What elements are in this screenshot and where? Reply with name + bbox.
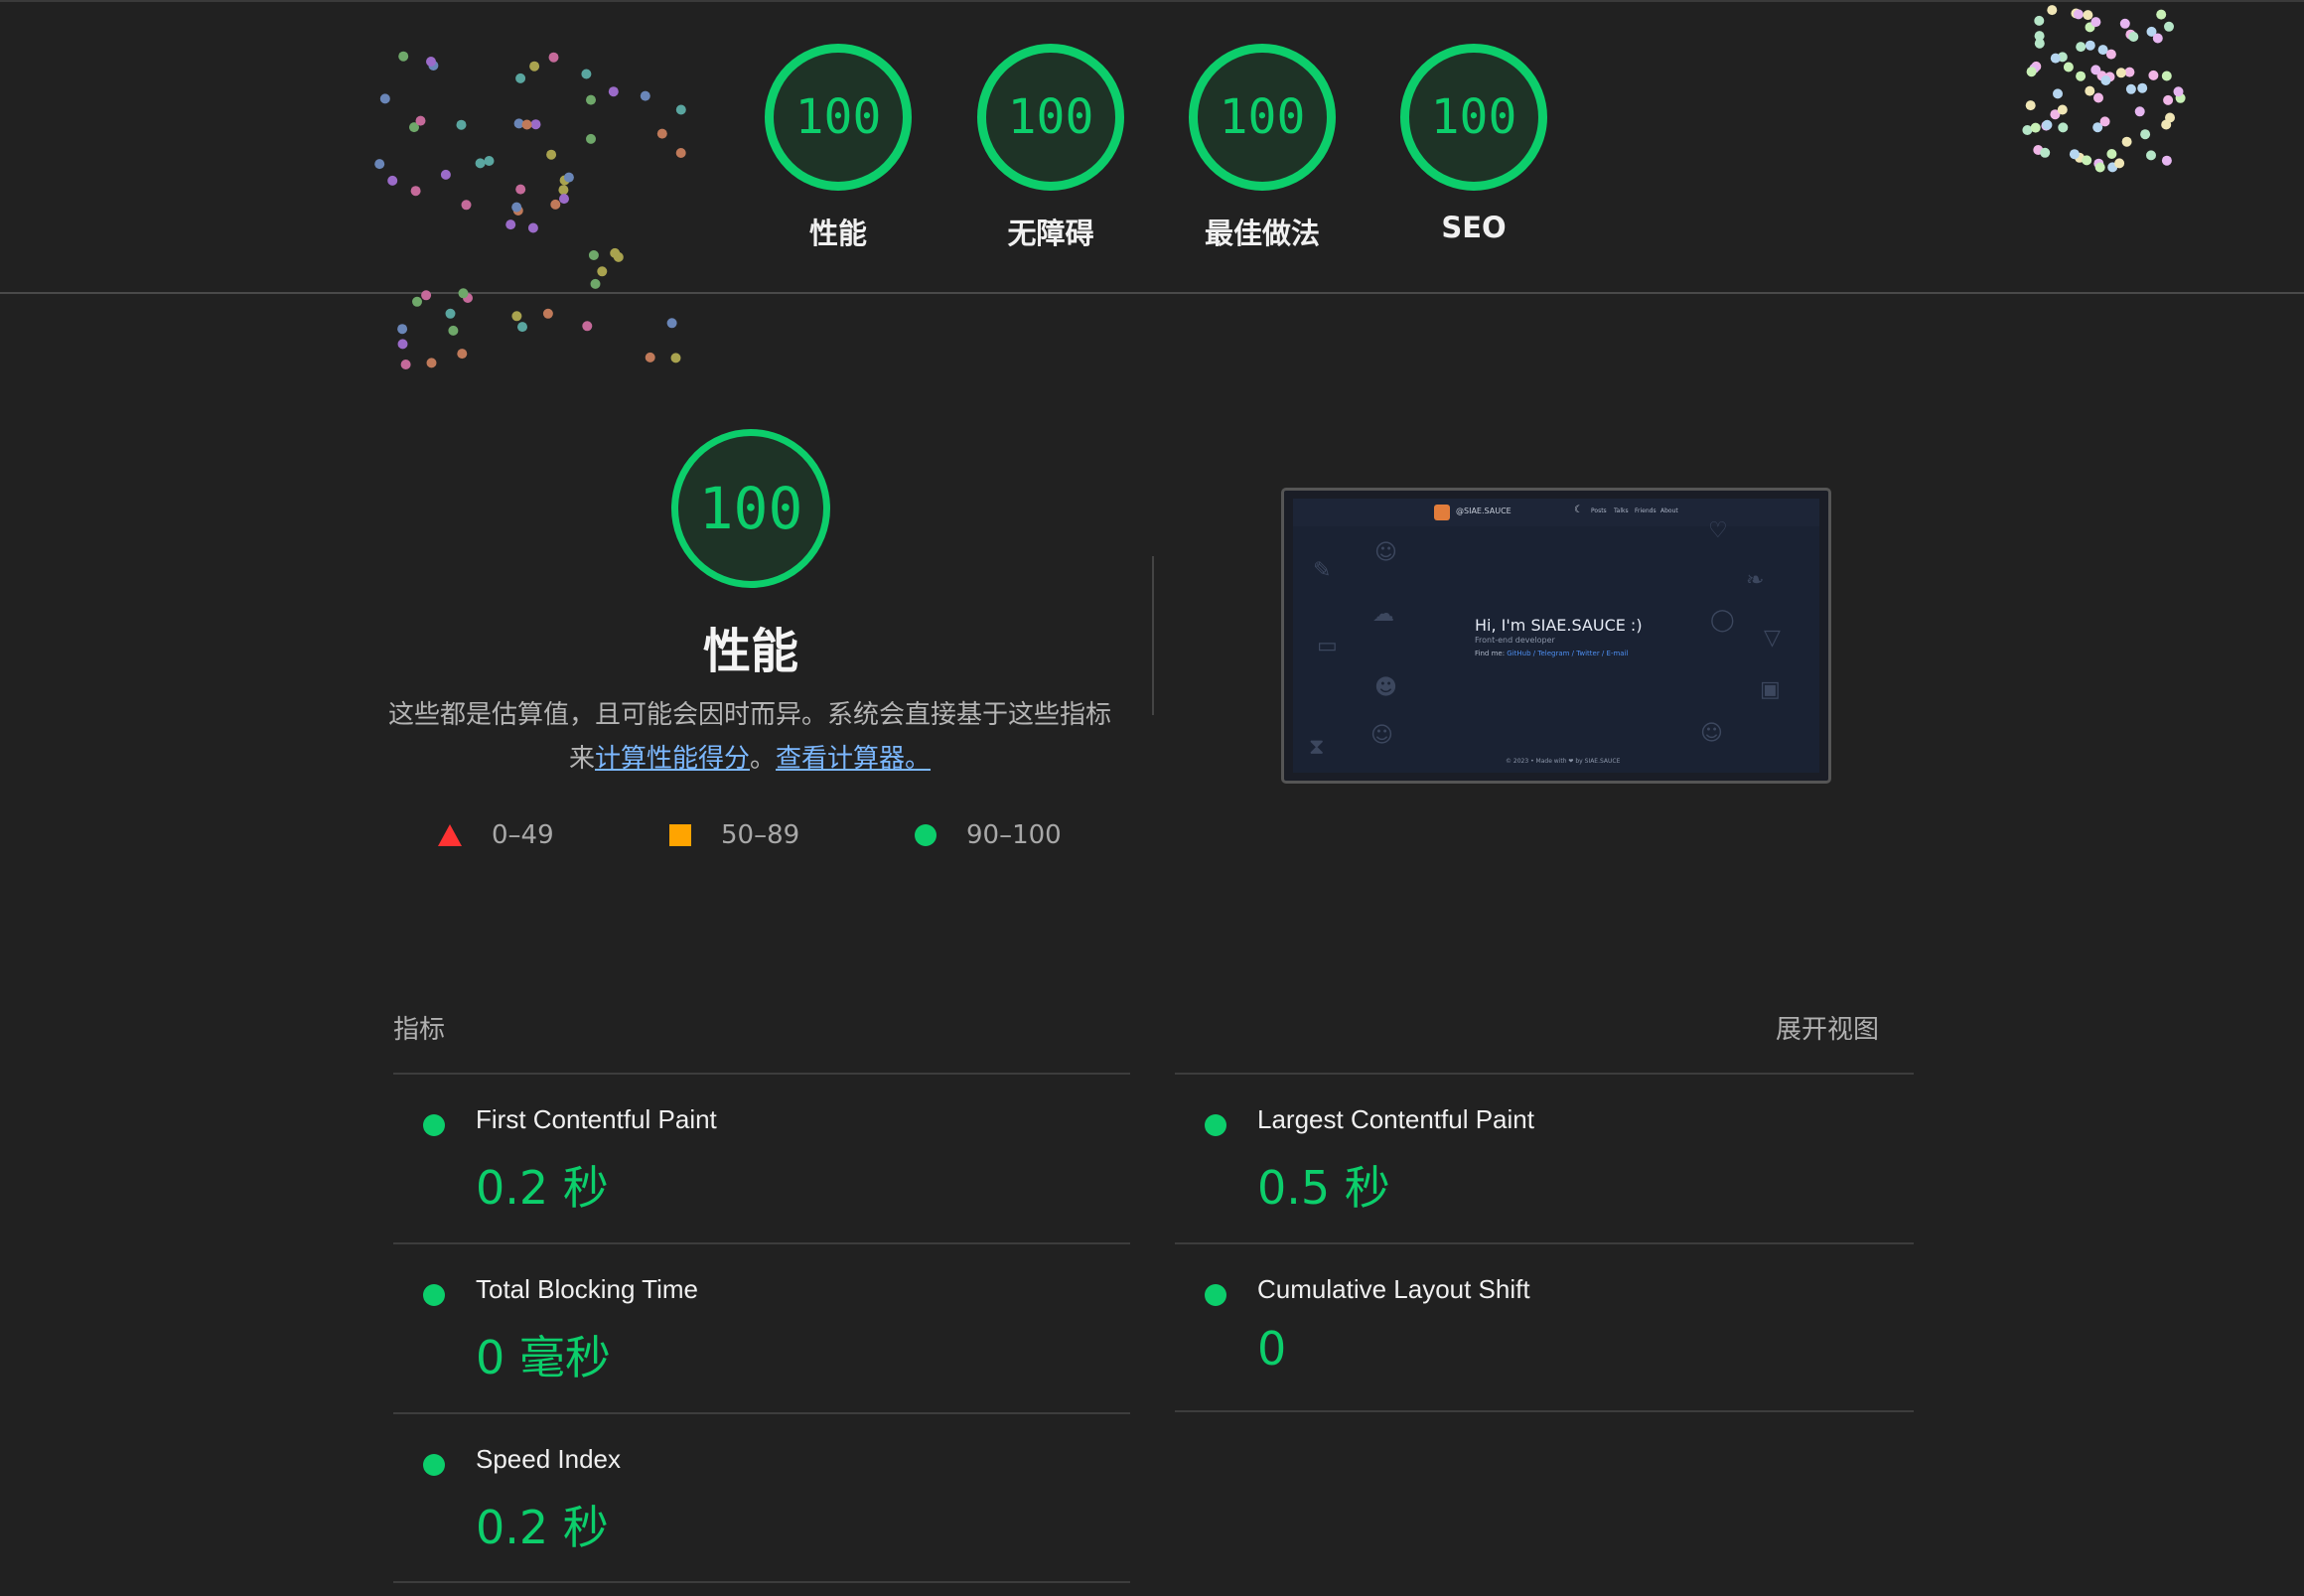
metric-value: 0.2 秒 [476,1501,609,1554]
metric-name: Total Blocking Time [476,1274,698,1304]
gauge-best-practices[interactable]: 100 最佳做法 [1189,44,1336,252]
metric-total-blocking-time: Total Blocking Time 0 毫秒 [393,1244,1130,1413]
confetti-dot [412,296,422,307]
pass-circle-icon [423,1284,445,1306]
confetti-dot [448,325,459,336]
cat2-doodle-icon: ☺ [1700,721,1723,746]
metric-cumulative-layout-shift: Cumulative Layout Shift 0 [1175,1244,1912,1413]
category-header [0,0,2304,294]
confetti-dot [400,360,411,369]
square-icon [669,824,691,846]
screenshot-find-label: Find me: [1475,650,1506,657]
metrics-title: 指标 [393,1015,446,1045]
gauge-seo-score: 100 [1400,44,1547,191]
screenshot-nav-talks: Talks [1614,508,1629,514]
vertical-divider [1152,556,1154,715]
moon-icon: ☾ [1574,505,1583,515]
legend-pass: 90–100 [915,820,1062,850]
photo-doodle-icon: ▣ [1760,677,1781,702]
pencil-doodle-icon: ✎ [1313,558,1332,583]
metric-name: First Contentful Paint [476,1104,717,1134]
desc-text-2: 。 [750,744,777,774]
calc-score-link[interactable]: 计算性能得分 [595,744,750,774]
legend-pass-range: 90–100 [966,820,1062,850]
metric-value: 0 毫秒 [476,1331,611,1384]
metric-largest-contentful-paint: Largest Contentful Paint 0.5 秒 [1175,1075,1912,1243]
confetti-dot [666,318,677,329]
expand-view-toggle[interactable]: 展开视图 [1776,1009,1879,1046]
triangle-doodle-icon: ▽ [1764,626,1781,651]
screenshot-find: Find me: GitHub / Telegram / Twitter / E… [1475,650,1628,657]
confetti-dot [645,352,655,363]
confetti-dot [457,349,468,360]
legend-fail: 0–49 [438,820,554,850]
monitor-doodle-icon: ▭ [1317,634,1338,658]
screenshot-find-links: GitHub / Telegram / Twitter / E-mail [1507,650,1629,657]
gauge-accessibility-score: 100 [977,44,1124,191]
gauge-best-practices-score: 100 [1189,44,1336,191]
leaf-doodle-icon: ❧ [1746,568,1765,593]
performance-score: 100 [671,429,830,588]
smile-doodle-icon: ☺ [1370,723,1393,748]
hourglass-doodle-icon: ⧗ [1309,735,1325,760]
calculator-link[interactable]: 查看计算器。 [776,744,931,774]
triangle-icon [438,824,462,846]
metric-value: 0.2 秒 [476,1161,609,1215]
confetti-dot [511,311,522,322]
pass-circle-icon [1205,1114,1226,1136]
screenshot-subline: Front-end developer [1475,636,1555,645]
gauge-performance-label: 性能 [808,217,867,250]
gauge-performance-score: 100 [765,44,912,191]
chat-doodle-icon: ◯ [1710,608,1735,633]
cloud-doodle-icon: ☁ [1372,602,1394,627]
cat-doodle-icon: ☺ [1374,540,1397,565]
confetti-dot [542,308,553,319]
final-screenshot[interactable]: @SIAE.SAUCE ☾ Posts Talks Friends About … [1281,488,1831,784]
screenshot-navbar [1293,499,1819,526]
pass-circle-icon [1205,1284,1226,1306]
metric-name: Largest Contentful Paint [1257,1104,1534,1134]
confetti-dot [445,308,456,319]
gauge-best-practices-label: 最佳做法 [1204,217,1320,250]
circle-icon [915,824,936,846]
legend-average-range: 50–89 [721,820,800,850]
metric-name: Speed Index [476,1444,622,1474]
screenshot-nav-friends: Friends [1635,508,1656,514]
confetti-dot [582,321,593,332]
screenshot-page: @SIAE.SAUCE ☾ Posts Talks Friends About … [1293,499,1819,773]
gauge-accessibility[interactable]: 100 无障碍 [977,44,1124,252]
face-doodle-icon: ☻ [1374,675,1397,700]
metrics-divider [1175,1410,1914,1412]
metric-name: Cumulative Layout Shift [1257,1274,1530,1304]
performance-gauge: 100 [671,429,830,588]
metric-speed-index: Speed Index 0.2 秒 [393,1414,1130,1583]
metric-first-contentful-paint: First Contentful Paint 0.2 秒 [393,1075,1130,1243]
pass-circle-icon [423,1114,445,1136]
legend-average: 50–89 [669,820,799,850]
metrics-divider [393,1581,1130,1583]
gauge-accessibility-label: 无障碍 [1007,217,1094,250]
balloon-doodle-icon: ♡ [1708,518,1728,543]
legend-fail-range: 0–49 [492,820,554,850]
confetti-dot [426,358,437,368]
screenshot-footer: © 2023 • Made with ❤ by SIAE.SAUCE [1506,758,1621,765]
confetti-dot [517,322,527,333]
performance-title: 性能 [702,624,798,679]
metric-value: 0 [1257,1322,1287,1376]
screenshot-nav-about: About [1660,508,1678,514]
screenshot-headline: Hi, I'm SIAE.SAUCE :) [1475,616,1643,635]
metric-value: 0.5 秒 [1257,1161,1390,1215]
gauge-performance[interactable]: 100 性能 [765,44,912,252]
gauge-seo[interactable]: 100 SEO [1400,44,1547,244]
screenshot-brand: @SIAE.SAUCE [1456,507,1512,515]
confetti-dot [397,339,408,350]
screenshot-logo [1434,505,1450,520]
confetti-dot [397,324,408,335]
screenshot-nav-posts: Posts [1591,508,1607,514]
performance-description: 这些都是估算值，且可能会因时而异。系统会直接基于这些指标来计算性能得分。查看计算… [387,693,1112,781]
confetti-dot [463,293,473,303]
pass-circle-icon [423,1454,445,1476]
gauge-seo-label: SEO [1441,211,1507,244]
confetti-dot [670,353,681,363]
